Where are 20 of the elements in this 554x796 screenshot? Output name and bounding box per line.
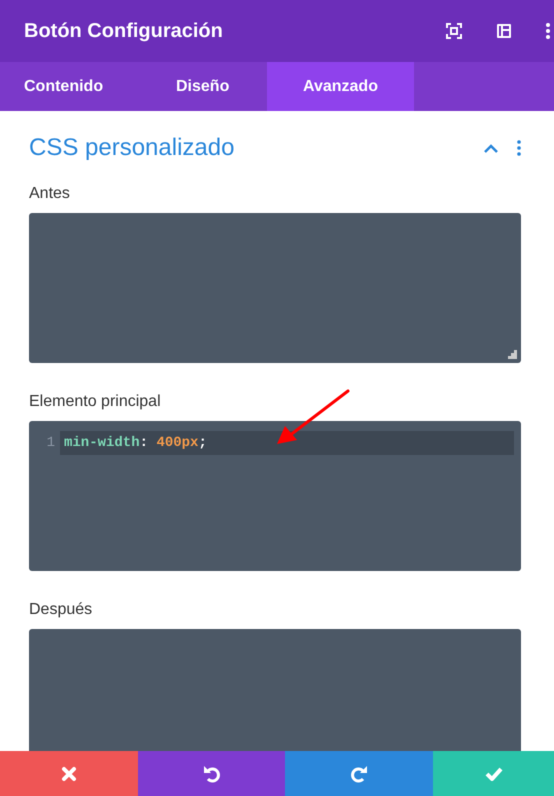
close-icon bbox=[62, 766, 76, 780]
more-options-icon[interactable] bbox=[546, 23, 550, 39]
field-label: Elemento principal bbox=[29, 393, 162, 411]
redo-icon bbox=[351, 766, 367, 782]
tab[interactable]: Contenido bbox=[0, 62, 148, 111]
section-title: CSS personalizado bbox=[29, 134, 236, 162]
undo-icon bbox=[204, 766, 220, 782]
more-options-icon[interactable] bbox=[517, 140, 521, 156]
tab[interactable]: Avanzado bbox=[267, 62, 414, 111]
field-label: Antes bbox=[29, 185, 71, 203]
collapse-chevron-icon[interactable] bbox=[483, 143, 499, 153]
panel-title: Botón Configuración bbox=[24, 20, 223, 42]
checkmark-icon bbox=[485, 767, 502, 780]
code-editor[interactable]: 1 min-width: 400px; bbox=[29, 421, 521, 571]
sidebar-layout-icon[interactable] bbox=[496, 23, 512, 39]
line-number: 1 bbox=[46, 435, 56, 451]
fullscreen-icon[interactable] bbox=[446, 23, 462, 39]
resize-grip-icon[interactable] bbox=[508, 350, 517, 359]
tab[interactable]: Diseño bbox=[148, 62, 267, 111]
field-label: Después bbox=[29, 601, 94, 619]
